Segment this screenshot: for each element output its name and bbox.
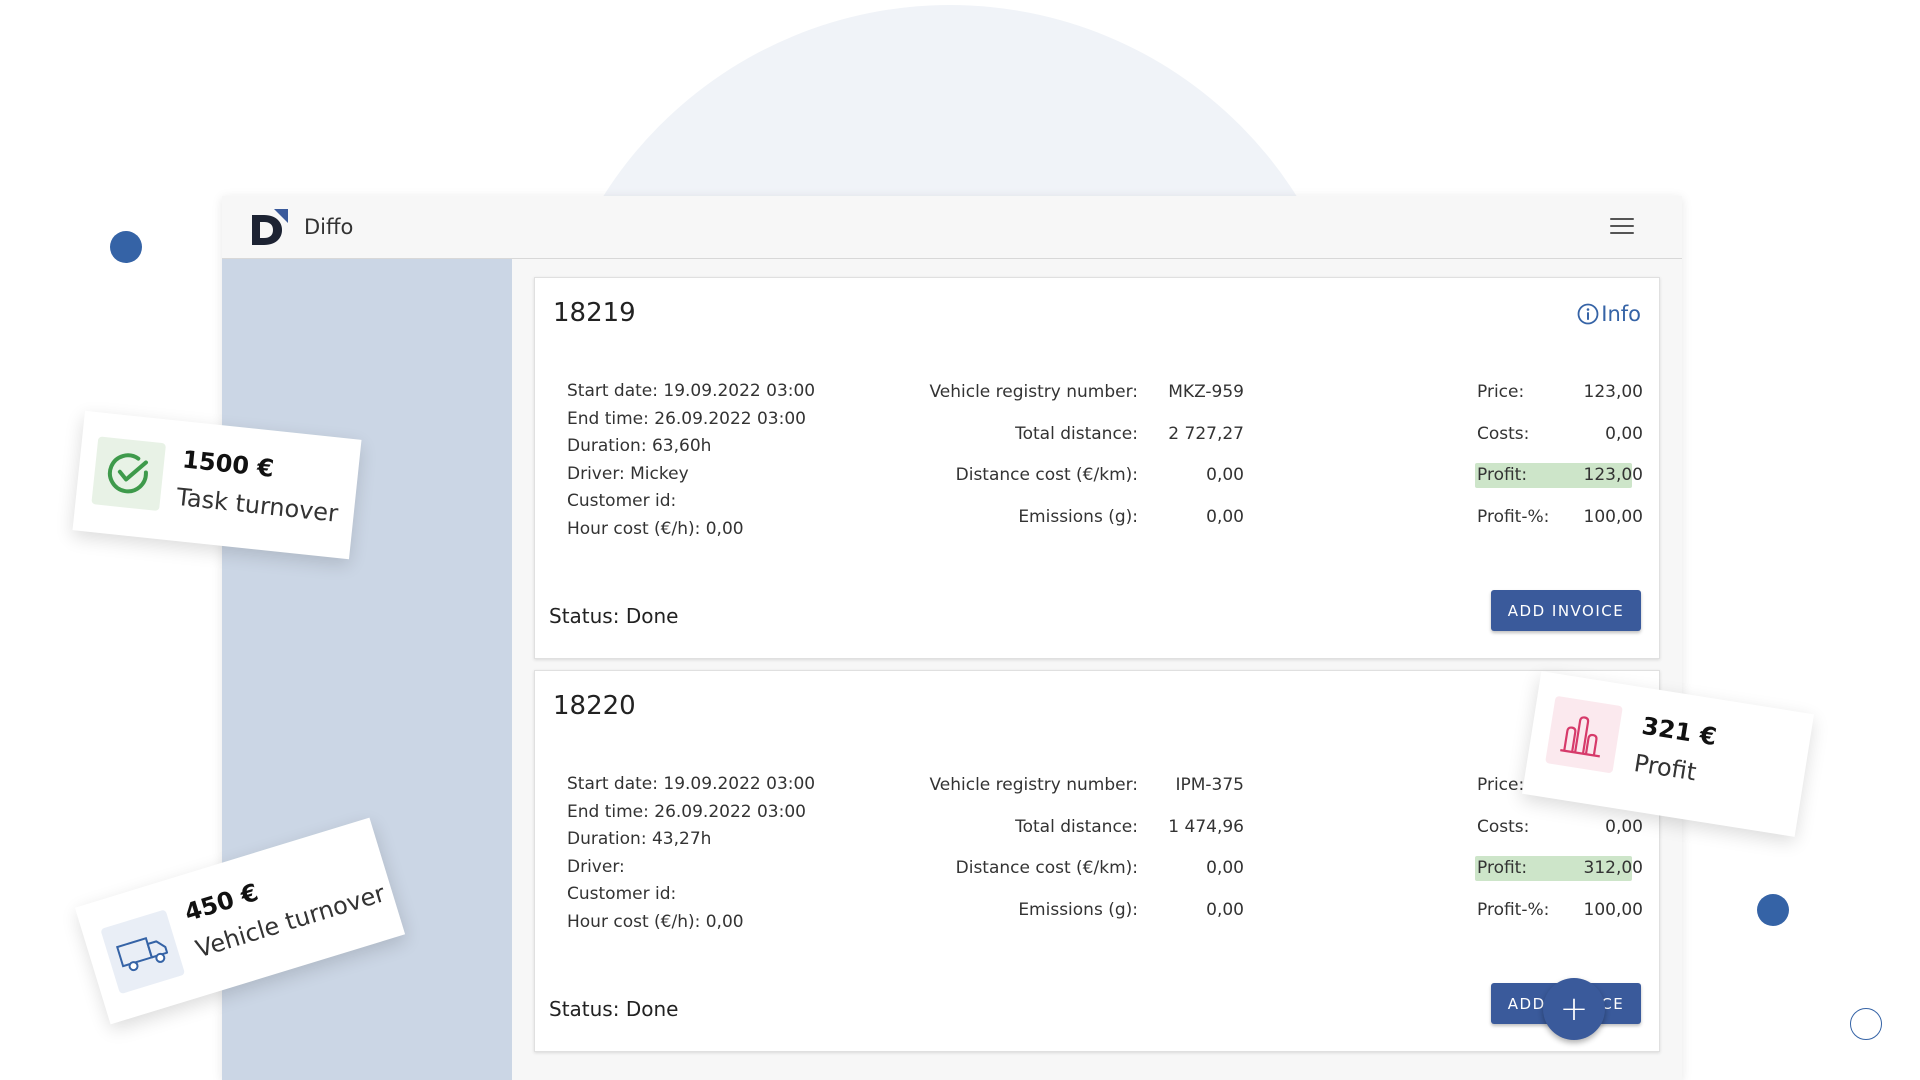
decor-ring — [1850, 1008, 1882, 1040]
app-window: Diffo 18219 Info Start date: 19.09.2022 … — [222, 196, 1682, 1080]
main-content: 18219 Info Start date: 19.09.2022 03:00 … — [512, 259, 1682, 1080]
add-invoice-button[interactable]: ADD INVOICE — [1491, 590, 1641, 631]
profit-pct-value: 100,00 — [1583, 506, 1643, 527]
customer-id: Customer id: — [567, 884, 677, 904]
task-turnover-amount: 1500 € — [181, 445, 276, 483]
truck-icon — [115, 937, 169, 972]
task-id: 18219 — [553, 298, 636, 328]
distance-cost-value: 0,00 — [1206, 465, 1244, 485]
decor-dot — [1757, 894, 1789, 926]
info-link[interactable]: Info — [1577, 302, 1641, 326]
task-card: 18219 Info Start date: 19.09.2022 03:00 … — [534, 277, 1660, 659]
decor-dot — [110, 231, 142, 263]
costs-value: 0,00 — [1605, 423, 1643, 444]
emissions-value: 0,00 — [1206, 506, 1244, 527]
hamburger-menu-icon[interactable] — [1610, 216, 1634, 236]
task-details: Start date: 19.09.2022 03:00 End time: 2… — [567, 771, 815, 936]
costs-label: Costs: — [1477, 816, 1530, 837]
task-card: 18220 Start date: 19.09.2022 03:00 End t… — [534, 670, 1660, 1052]
total-distance-label: Total distance: — [1015, 423, 1138, 444]
emissions-value: 0,00 — [1206, 899, 1244, 920]
end-time: End time: 26.09.2022 03:00 — [567, 801, 806, 822]
start-date: Start date: 19.09.2022 03:00 — [567, 774, 816, 794]
profit-icon-box — [1545, 695, 1623, 774]
distance-cost-label: Distance cost (€/km): — [955, 465, 1138, 485]
add-fab-button[interactable]: + — [1543, 978, 1605, 1040]
emissions-label: Emissions (g): — [1018, 899, 1138, 920]
profit-pct-value: 100,00 — [1583, 899, 1643, 920]
total-distance-label: Total distance: — [1015, 816, 1138, 837]
distance-cost-label: Distance cost (€/km): — [955, 858, 1138, 878]
hour-cost: Hour cost (€/h): 0,00 — [567, 518, 744, 539]
info-label: Info — [1601, 302, 1641, 326]
bar-chart-icon — [1560, 716, 1600, 758]
vehicle-reg-label: Vehicle registry number: — [929, 382, 1138, 402]
info-icon — [1577, 303, 1599, 325]
profit-label: Profit: — [1477, 465, 1528, 485]
driver: Driver: Mickey — [567, 463, 689, 484]
vehicle-reg-label: Vehicle registry number: — [929, 775, 1138, 795]
plus-icon: + — [1559, 989, 1589, 1029]
total-distance-value: 1 474,96 — [1168, 816, 1244, 837]
customer-id: Customer id: — [567, 491, 677, 511]
profit-amount: 321 € — [1639, 711, 1719, 752]
costs-label: Costs: — [1477, 423, 1530, 444]
costs-value: 0,00 — [1605, 816, 1643, 837]
emissions-label: Emissions (g): — [1018, 506, 1138, 527]
start-date: Start date: 19.09.2022 03:00 — [567, 381, 816, 401]
vehicle-details: Vehicle registry number: IPM-375 Total di… — [928, 775, 1244, 941]
status-text: Status: Done — [549, 604, 679, 628]
profit-value: 123,00 — [1583, 465, 1643, 485]
diffo-logo-icon — [252, 209, 288, 245]
price-value: 123,00 — [1583, 382, 1643, 402]
status-text: Status: Done — [549, 997, 679, 1021]
vehicle-details: Vehicle registry number: MKZ-959 Total di… — [928, 382, 1244, 548]
profit-label-text: Profit — [1632, 748, 1699, 787]
profit-pct-label: Profit-%: — [1477, 899, 1550, 920]
task-details: Start date: 19.09.2022 03:00 End time: 2… — [567, 378, 815, 543]
distance-cost-value: 0,00 — [1206, 858, 1244, 878]
task-turnover-label: Task turnover — [175, 482, 340, 528]
task-turnover-icon-box — [91, 436, 167, 512]
check-circle-icon — [107, 453, 148, 494]
vehicle-reg-value: IPM-375 — [1175, 775, 1244, 795]
duration: Duration: 43,27h — [567, 829, 712, 849]
vehicle-turnover-icon-box — [100, 909, 186, 995]
total-distance-value: 2 727,27 — [1168, 423, 1244, 444]
vehicle-reg-value: MKZ-959 — [1168, 382, 1244, 402]
end-time: End time: 26.09.2022 03:00 — [567, 408, 806, 429]
profit-value: 312,00 — [1583, 858, 1643, 878]
task-id: 18220 — [553, 691, 636, 721]
top-bar: Diffo — [222, 196, 1682, 259]
profit-pct-label: Profit-%: — [1477, 506, 1550, 527]
price-label: Price: — [1477, 382, 1525, 402]
finance-details: Price: 123,00 Costs: 0,00 Profit: 123,00 Pr… — [1475, 382, 1643, 548]
profit-label: Profit: — [1477, 858, 1528, 878]
app-title: Diffo — [304, 215, 354, 239]
duration: Duration: 63,60h — [567, 436, 712, 456]
driver: Driver: — [567, 856, 625, 877]
hour-cost: Hour cost (€/h): 0,00 — [567, 911, 744, 932]
